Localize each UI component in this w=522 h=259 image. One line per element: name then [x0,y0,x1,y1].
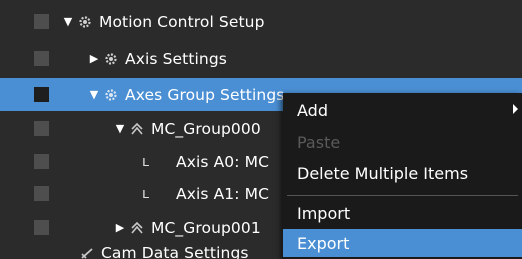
axes-group-icon [130,221,144,235]
axes-group-icon [130,122,144,136]
menu-item-label: Import [297,203,351,223]
tree-row-label: Axis Settings [125,49,227,68]
tree-row-axis-settings[interactable]: ▶ Axis Settings [0,42,522,75]
row-status-square [34,121,49,136]
tree-branch-glyph: ʟ [142,153,150,170]
menu-separator [287,195,518,196]
tree-row-label: Axes Group Settings [125,85,285,104]
tree-row-label: Axis A1: MC [176,184,269,203]
tree-row-label: Axis A0: MC [176,152,269,171]
cam-icon [80,246,94,259]
tree-row-label: MC_Group000 [151,119,261,138]
menu-item-paste: Paste [283,128,522,156]
expanded-triangle-icon[interactable]: ▼ [62,15,74,28]
row-status-square [34,186,49,201]
tree-row-label: MC_Group001 [151,218,261,237]
menu-item-import[interactable]: Import [283,199,522,227]
collapsed-triangle-icon[interactable]: ▶ [114,221,126,234]
menu-item-export[interactable]: Export [283,229,522,257]
gear-icon [78,15,92,29]
row-status-square [34,154,49,169]
menu-item-label: Paste [297,132,341,152]
row-status-square [34,51,49,66]
menu-item-label: Delete Multiple Items [297,163,469,183]
tree-row-label: Motion Control Setup [99,12,265,31]
collapsed-triangle-icon[interactable]: ▶ [88,52,100,65]
tree-branch-glyph: ʟ [142,185,150,202]
submenu-arrow-icon [513,104,518,114]
tree-row-label: Cam Data Settings [101,244,249,259]
menu-item-label: Export [297,233,350,253]
gear-icon [104,88,118,102]
row-status-square [34,220,49,235]
menu-item-label: Add [297,100,328,120]
row-status-square [34,14,49,29]
expanded-triangle-icon[interactable]: ▼ [114,122,126,135]
context-menu: Add Paste Delete Multiple Items Import E… [283,93,522,259]
menu-item-add[interactable]: Add [283,96,522,124]
row-status-square [34,87,49,102]
menu-item-delete-multiple-items[interactable]: Delete Multiple Items [283,159,522,187]
gear-icon [104,52,118,66]
tree-row-motion-control-setup[interactable]: ▼ Motion Control Setup [0,5,522,38]
expanded-triangle-icon[interactable]: ▼ [88,88,100,101]
